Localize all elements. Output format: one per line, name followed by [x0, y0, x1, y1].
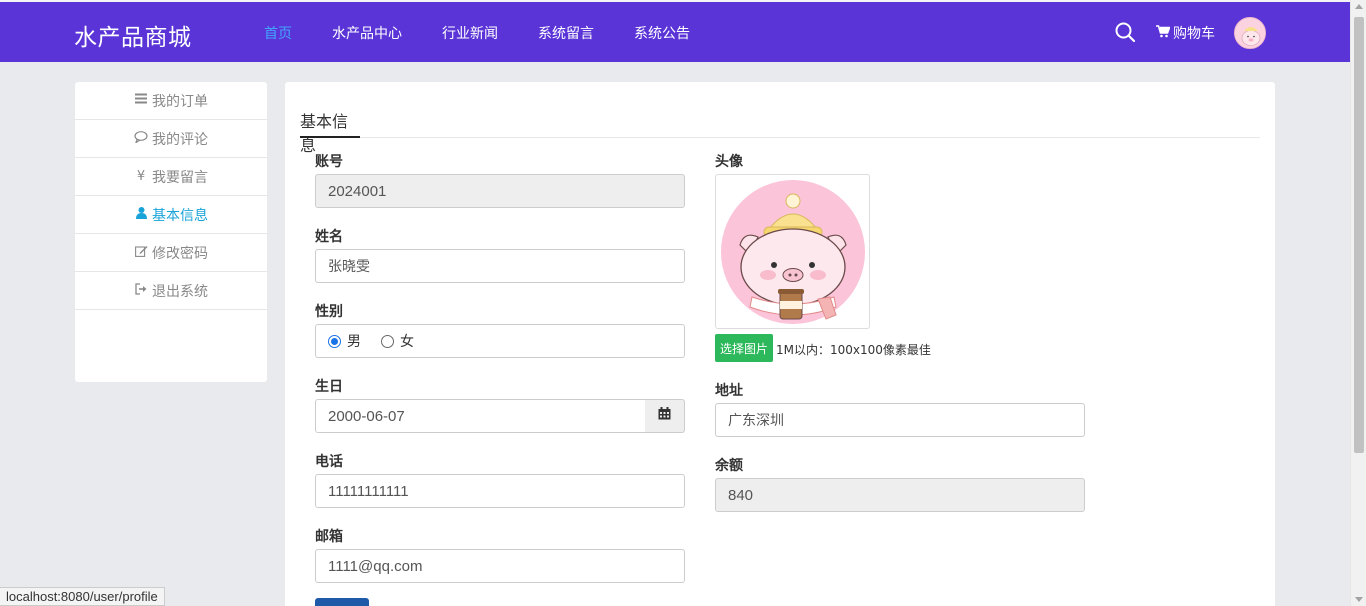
email-field[interactable]: 1111@qq.com: [315, 549, 685, 583]
tab-bar: 基本信息: [300, 106, 1260, 155]
scroll-down-arrow-icon[interactable]: [1355, 597, 1363, 602]
sidebar-item-change-password[interactable]: 修改密码: [75, 234, 267, 272]
gender-group: 男 女: [315, 324, 685, 358]
user-icon: [134, 206, 148, 223]
user-sidebar: 我的订单 我的评论 ¥ 我要留言 基本信息 修改密码 退出系统: [75, 82, 267, 382]
avatar-label: 头像: [715, 154, 743, 170]
comment-icon: [134, 130, 148, 147]
account-field[interactable]: 2024001: [315, 174, 685, 208]
avatar-preview: [715, 174, 870, 329]
sidebar-item-label: 我的订单: [152, 93, 208, 110]
gender-label: 性别: [315, 304, 343, 320]
sidebar-item-basic-info[interactable]: 基本信息: [75, 196, 267, 234]
sidebar-item-label: 我要留言: [152, 169, 208, 186]
name-field[interactable]: 张晓雯: [315, 249, 685, 283]
gender-male-radio[interactable]: [328, 334, 341, 348]
list-icon: [134, 93, 148, 108]
gender-male-label: 男: [347, 334, 361, 350]
edit-icon: [134, 245, 148, 261]
birthday-label: 生日: [315, 379, 343, 395]
sidebar-item-my-comments[interactable]: 我的评论: [75, 120, 267, 158]
sidebar-item-label: 退出系统: [152, 283, 208, 300]
nav-product-center[interactable]: 水产品中心: [332, 23, 402, 43]
cart-link[interactable]: 购物车: [1156, 23, 1215, 43]
calendar-icon: [658, 407, 671, 425]
name-label: 姓名: [315, 229, 343, 245]
tab-basic-info[interactable]: 基本信息: [300, 106, 360, 155]
sign-out-icon: [134, 282, 148, 299]
page-scrollbar[interactable]: [1350, 0, 1366, 606]
yen-icon: ¥: [136, 169, 146, 184]
cart-label: 购物车: [1173, 26, 1215, 42]
browser-status-url: localhost:8080/user/profile: [0, 587, 165, 606]
sidebar-item-leave-message[interactable]: ¥ 我要留言: [75, 158, 267, 196]
nav-industry-news[interactable]: 行业新闻: [442, 23, 498, 43]
gender-female-radio[interactable]: [381, 334, 394, 348]
balance-label: 余额: [715, 458, 743, 474]
top-navbar: 水产品商城 首页 水产品中心 行业新闻 系统留言 系统公告 购物车: [0, 2, 1350, 62]
submit-button[interactable]: [315, 598, 369, 606]
account-label: 账号: [315, 154, 343, 170]
nav-system-notices[interactable]: 系统公告: [634, 23, 690, 43]
user-avatar[interactable]: [1234, 17, 1266, 49]
sidebar-item-my-orders[interactable]: 我的订单: [75, 82, 267, 120]
calendar-button[interactable]: [645, 399, 685, 433]
scrollbar-thumb[interactable]: [1354, 17, 1364, 453]
phone-label: 电话: [315, 454, 343, 470]
balance-field[interactable]: 840: [715, 478, 1085, 512]
gender-female-label: 女: [400, 334, 414, 350]
choose-image-button[interactable]: 选择图片: [715, 334, 773, 362]
search-icon[interactable]: [1114, 21, 1136, 43]
nav-system-messages[interactable]: 系统留言: [538, 23, 594, 43]
birthday-field[interactable]: 2000-06-07: [315, 399, 646, 433]
address-field[interactable]: 广东深圳: [715, 403, 1085, 437]
sidebar-item-label: 基本信息: [152, 207, 208, 224]
pig-avatar-image: [720, 179, 865, 324]
email-label: 邮箱: [315, 529, 343, 545]
address-label: 地址: [715, 383, 743, 399]
site-brand[interactable]: 水产品商城: [74, 18, 192, 52]
sidebar-item-label: 修改密码: [152, 245, 208, 262]
scroll-up-arrow-icon[interactable]: [1355, 4, 1363, 9]
nav-home[interactable]: 首页: [264, 23, 292, 43]
shopping-cart-icon: [1156, 24, 1171, 42]
phone-field[interactable]: 11111111111: [315, 474, 685, 508]
sidebar-item-logout[interactable]: 退出系统: [75, 272, 267, 310]
sidebar-item-label: 我的评论: [152, 131, 208, 148]
upload-hint: 1M以内：100x100像素最佳: [776, 343, 931, 357]
